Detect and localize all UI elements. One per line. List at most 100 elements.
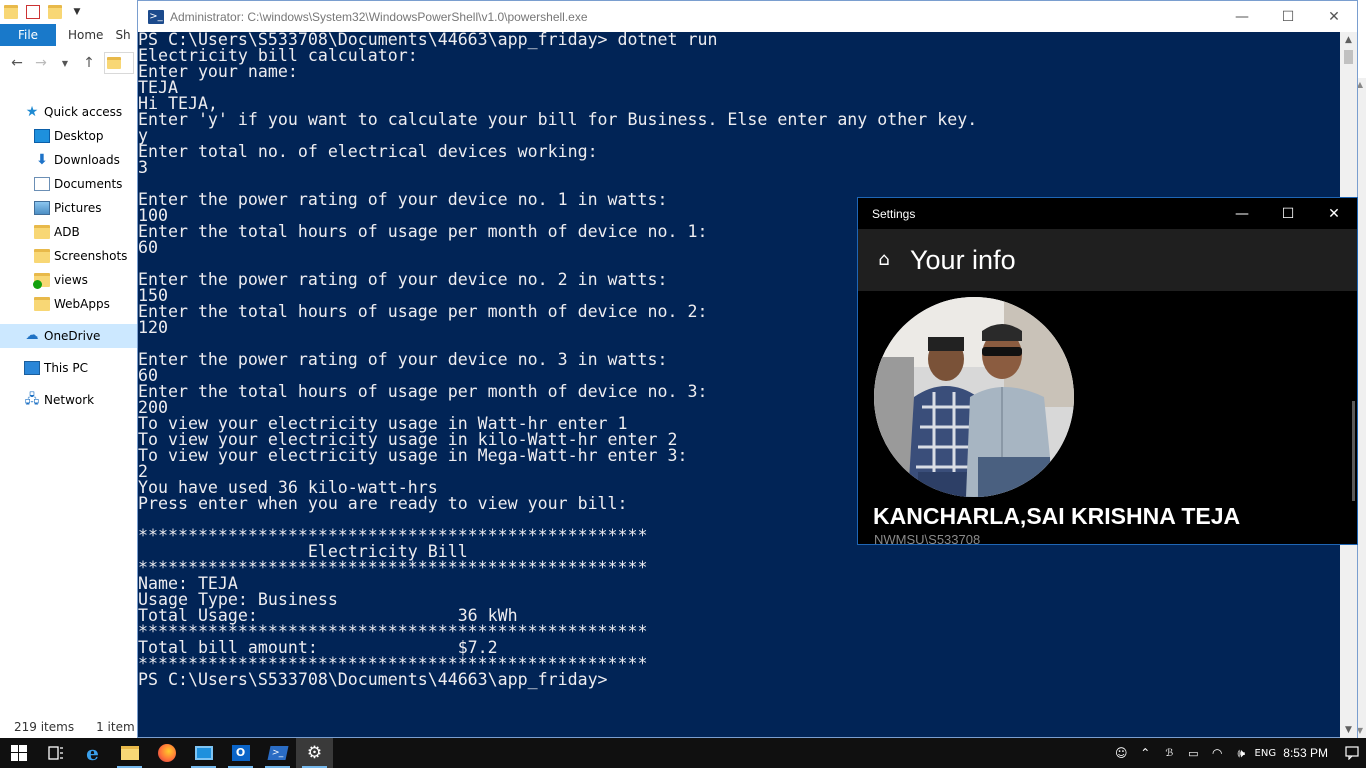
- address-bar[interactable]: [104, 52, 134, 74]
- nav-webapps[interactable]: WebApps: [0, 292, 138, 316]
- tab-file[interactable]: File: [0, 24, 56, 46]
- sync-check-icon: [33, 280, 42, 289]
- back-arrow-icon[interactable]: ←: [8, 54, 26, 72]
- home-icon[interactable]: ⌂: [874, 250, 894, 270]
- tab-home[interactable]: Home: [56, 24, 115, 46]
- nav-quick-access[interactable]: ★ Quick access: [0, 100, 138, 124]
- console-line: TEJA: [138, 78, 178, 97]
- notification-button[interactable]: [1338, 738, 1366, 768]
- settings-body: KANCHARLA,SAI KRISHNA TEJA NWMSU\S533708: [858, 291, 1357, 545]
- nav-pictures[interactable]: Pictures: [0, 196, 138, 220]
- console-line: PS C:\Users\S533708\Documents\44663\app_…: [138, 670, 608, 689]
- console-line: ****************************************…: [138, 558, 648, 577]
- console-line: 3: [138, 158, 148, 177]
- picture-icon: [34, 201, 50, 215]
- nav-network[interactable]: 🖧 Network: [0, 388, 138, 412]
- console-line: Enter 'y' if you want to calculate your …: [138, 110, 978, 129]
- console-line: Enter your name:: [138, 62, 298, 81]
- maximize-button[interactable]: ☐: [1265, 198, 1311, 229]
- nav-label: WebApps: [54, 297, 110, 311]
- clock[interactable]: 8:53 PM: [1277, 746, 1338, 760]
- nav-label: Quick access: [44, 105, 123, 119]
- powershell-taskbar-button[interactable]: >_: [259, 738, 296, 768]
- folder-icon: [34, 249, 50, 263]
- maximize-button[interactable]: ☐: [1265, 1, 1311, 32]
- explorer-navigation-bar: ← → ▼ ↑: [0, 48, 140, 78]
- nav-onedrive[interactable]: ☁ OneDrive: [0, 324, 138, 348]
- console-line: Enter total no. of electrical devices wo…: [138, 142, 598, 161]
- input-method-icon[interactable]: ENG: [1253, 738, 1277, 768]
- powershell-titlebar[interactable]: >_ Administrator: C:\windows\System32\Wi…: [138, 1, 1357, 32]
- task-view-icon: [47, 746, 63, 760]
- folder-icon: [107, 57, 121, 69]
- user-name: KANCHARLA,SAI KRISHNA TEJA: [873, 503, 1241, 529]
- start-button[interactable]: [0, 738, 37, 768]
- settings-titlebar[interactable]: Settings — ☐ ✕: [858, 198, 1357, 229]
- properties-icon[interactable]: [26, 5, 40, 19]
- up-arrow-icon[interactable]: ↑: [80, 54, 98, 72]
- download-arrow-icon: ⬇: [36, 152, 48, 168]
- network-icon: 🖧: [24, 392, 40, 407]
- tab-share[interactable]: Sh: [115, 24, 130, 46]
- settings-scrollbar[interactable]: [1352, 401, 1355, 501]
- settings-header: ⌂ Your info: [858, 229, 1357, 291]
- language-icon[interactable]: ℬ: [1157, 738, 1181, 768]
- explorer-status-bar: 219 items 1 item selected: [0, 716, 140, 738]
- nav-label: OneDrive: [44, 329, 101, 343]
- page-title: Your info: [910, 244, 1016, 275]
- chevron-up-icon[interactable]: ⌃: [1133, 738, 1157, 768]
- firefox-taskbar-button[interactable]: [148, 738, 185, 768]
- nav-documents[interactable]: Documents: [0, 172, 138, 196]
- outlook-taskbar-button[interactable]: O: [222, 738, 259, 768]
- edge-taskbar-button[interactable]: e: [74, 738, 111, 768]
- action-center-icon: [1345, 746, 1359, 760]
- battery-icon[interactable]: ▭: [1181, 738, 1205, 768]
- recent-chevron-icon[interactable]: ▼: [56, 54, 74, 72]
- close-button[interactable]: ✕: [1311, 198, 1357, 229]
- scroll-down-icon[interactable]: ▼: [1340, 722, 1357, 738]
- minimize-button[interactable]: —: [1219, 1, 1265, 32]
- scroll-thumb[interactable]: [1344, 50, 1353, 64]
- settings-taskbar-button[interactable]: ⚙: [296, 738, 333, 768]
- new-folder-icon[interactable]: [48, 5, 62, 19]
- account-id: NWMSU\S533708: [874, 532, 981, 545]
- item-count: 219 items: [14, 720, 75, 734]
- folder-icon[interactable]: [4, 5, 18, 19]
- settings-icon: ⚙: [306, 743, 323, 763]
- minimize-button[interactable]: —: [1219, 198, 1265, 229]
- task-view-button[interactable]: [37, 738, 74, 768]
- nav-label: Downloads: [54, 153, 120, 167]
- remote-desktop-icon: [194, 746, 213, 760]
- scroll-up-icon[interactable]: ▲: [1340, 32, 1357, 48]
- nav-label: ADB: [54, 225, 80, 239]
- nav-downloads[interactable]: ⬇ Downloads: [0, 148, 138, 172]
- nav-desktop[interactable]: Desktop: [0, 124, 138, 148]
- firefox-icon: [157, 744, 176, 762]
- settings-window[interactable]: Settings — ☐ ✕ ⌂ Your info KANCHARLA,SAI…: [857, 197, 1358, 545]
- nav-views[interactable]: views: [0, 268, 138, 292]
- nav-this-pc[interactable]: This PC: [0, 356, 138, 380]
- folder-icon: [34, 225, 50, 239]
- remote-desktop-taskbar-button[interactable]: [185, 738, 222, 768]
- document-icon: [34, 177, 50, 191]
- close-button[interactable]: ✕: [1311, 1, 1357, 32]
- volume-icon[interactable]: 🕪: [1229, 738, 1253, 768]
- nav-screenshots[interactable]: Screenshots: [0, 244, 138, 268]
- powershell-icon: >_: [148, 9, 164, 24]
- nav-label: Pictures: [54, 201, 102, 215]
- chevron-down-icon[interactable]: ▼: [70, 5, 84, 19]
- file-explorer-taskbar-button[interactable]: [111, 738, 148, 768]
- nav-adb[interactable]: ADB: [0, 220, 138, 244]
- wifi-icon[interactable]: ◠: [1205, 738, 1229, 768]
- nav-label: Desktop: [54, 129, 104, 143]
- people-icon[interactable]: ☺: [1109, 738, 1133, 768]
- explorer-nav-pane: ★ Quick access Desktop ⬇ Downloads Docum…: [0, 100, 138, 412]
- nav-label: views: [54, 273, 88, 287]
- outlook-icon: O: [231, 745, 250, 761]
- computer-icon: [24, 361, 40, 375]
- ribbon-tabs: File Home Sh: [0, 24, 140, 46]
- profile-photo: [874, 297, 1074, 497]
- forward-arrow-icon[interactable]: →: [32, 54, 50, 72]
